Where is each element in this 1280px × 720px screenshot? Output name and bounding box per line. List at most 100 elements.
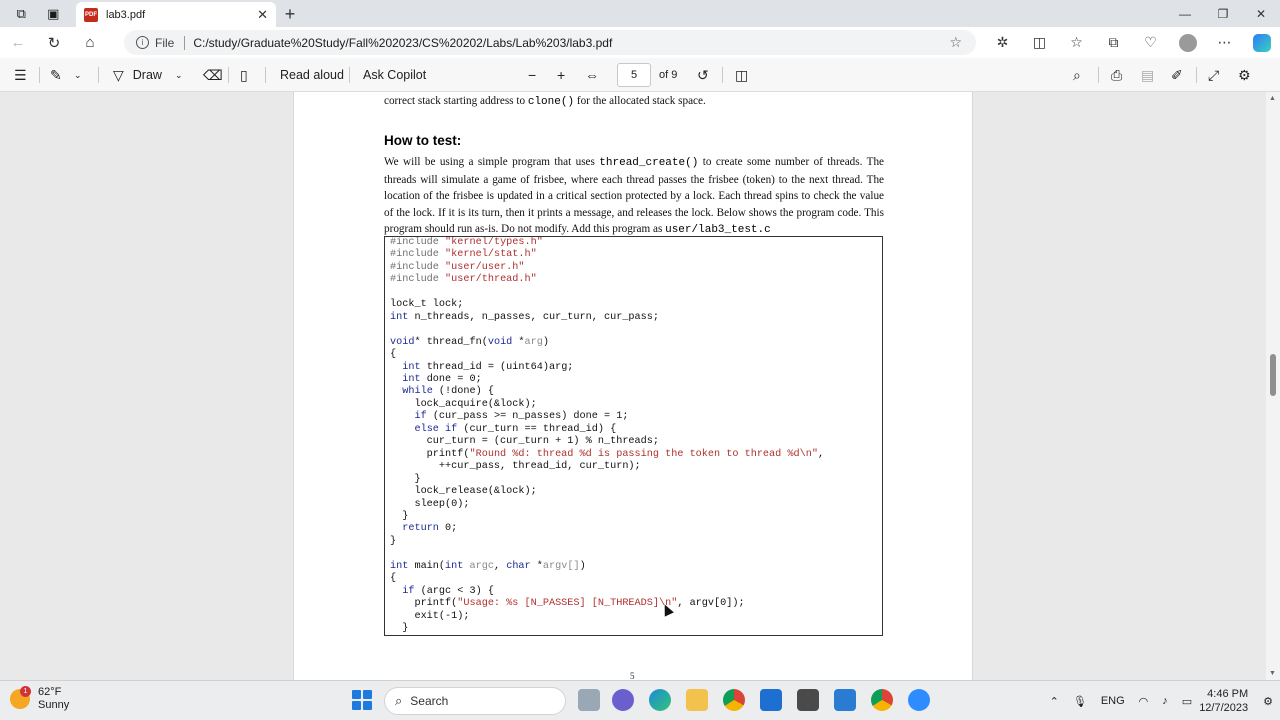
- zoom-app-icon[interactable]: [908, 689, 930, 711]
- draw-button[interactable]: ▽ Draw: [113, 58, 162, 92]
- highlight-dropdown-icon[interactable]: ⌄: [74, 58, 82, 92]
- ask-copilot-button[interactable]: Ask Copilot: [363, 58, 426, 92]
- toolbar-separator: [1098, 67, 1099, 83]
- workspaces-icon[interactable]: ⧉: [17, 6, 26, 22]
- continued-text-before: correct stack starting address to: [384, 95, 526, 107]
- weather-widget[interactable]: 1 62°F Sunny: [10, 686, 69, 712]
- extensions-icon[interactable]: ✲: [984, 28, 1021, 58]
- scrollbar-thumb[interactable]: [1270, 354, 1276, 396]
- home-icon[interactable]: ⌂: [72, 28, 108, 58]
- defender-shield-icon[interactable]: [760, 689, 782, 711]
- collections-icon[interactable]: ⧉: [1095, 28, 1132, 58]
- draw-dropdown-icon[interactable]: ⌄: [175, 58, 183, 92]
- paragraph-code-1: thread_create(): [599, 157, 699, 169]
- volume-icon[interactable]: ♪: [1162, 695, 1168, 707]
- page-total: of 9: [659, 69, 678, 81]
- tab-title: lab3.pdf: [106, 8, 146, 21]
- continued-text-line: correct stack starting address to clone(…: [384, 94, 884, 110]
- favorite-star-icon[interactable]: ☆: [949, 34, 962, 51]
- rotate-icon[interactable]: ↺: [697, 58, 709, 92]
- vscode-icon[interactable]: [834, 689, 856, 711]
- notification-gear-icon[interactable]: ⚙: [1263, 695, 1273, 708]
- fullscreen-icon[interactable]: ⤢: [1208, 58, 1219, 92]
- weather-badge: 1: [20, 686, 31, 697]
- settings-gear-icon[interactable]: ⚙: [1238, 58, 1251, 92]
- avatar[interactable]: [1178, 33, 1197, 52]
- edge-icon[interactable]: [649, 689, 671, 711]
- favorites-icon[interactable]: ☆: [1058, 28, 1095, 58]
- vertical-scrollbar[interactable]: ▲ ▼: [1266, 92, 1280, 680]
- split-screen-icon[interactable]: ◫: [1021, 28, 1058, 58]
- url-text: C:/study/Graduate%20Study/Fall%202023/CS…: [193, 35, 613, 50]
- pdf-toolbar: ☰ ✎ ⌄ ▽ Draw ⌄ ⌫ ▯ Read aloud Ask Copilo…: [0, 58, 1280, 92]
- scroll-up-icon[interactable]: ▲: [1269, 95, 1276, 102]
- contents-icon[interactable]: ☰: [14, 58, 27, 92]
- text-icon[interactable]: ▯: [240, 58, 248, 92]
- read-aloud-button[interactable]: Read aloud: [280, 58, 344, 92]
- continued-text-after: for the allocated stack space.: [576, 95, 706, 107]
- url-field[interactable]: i File C:/study/Graduate%20Study/Fall%20…: [124, 30, 976, 55]
- page-number-input[interactable]: 5: [617, 63, 651, 87]
- chrome-icon[interactable]: [723, 689, 745, 711]
- wifi-icon[interactable]: ◠: [1139, 695, 1149, 708]
- task-view-icon[interactable]: [578, 689, 600, 711]
- sun-icon: 1: [10, 686, 31, 709]
- taskbar: 1 62°F Sunny ⌕ Search ⌃ 🎙 ENG ◠ ♪ ▭ 4:46…: [0, 680, 1280, 720]
- tab-strip-leading: ⧉ ▣: [0, 0, 76, 27]
- draw-icon: ▽: [113, 66, 124, 83]
- toolbar-separator: [1196, 67, 1197, 83]
- close-window-icon[interactable]: ✕: [1242, 0, 1280, 27]
- save-icon[interactable]: ▤: [1141, 58, 1154, 92]
- tab-lab3-pdf[interactable]: PDF lab3.pdf ✕: [76, 2, 276, 27]
- eraser-icon[interactable]: ⌫: [203, 58, 223, 92]
- code-block: #include "kernel/types.h" #include "kern…: [390, 237, 825, 635]
- print-icon[interactable]: ⎙: [1111, 58, 1122, 92]
- fit-to-width-icon[interactable]: ⇔: [585, 58, 599, 92]
- info-icon[interactable]: i: [136, 36, 149, 49]
- microphone-icon[interactable]: 🎙: [1073, 695, 1087, 708]
- close-tab-icon[interactable]: ✕: [257, 7, 268, 23]
- search-icon: ⌕: [395, 693, 403, 708]
- save-as-icon[interactable]: ✐: [1171, 58, 1183, 92]
- toolbar-separator: [265, 67, 266, 83]
- zoom-out-icon[interactable]: −: [528, 58, 536, 92]
- profile-slot: [1169, 28, 1206, 58]
- toolbar-separator: [228, 67, 229, 83]
- tab-actions-icon[interactable]: ▣: [47, 6, 59, 22]
- url-separator: [184, 35, 186, 50]
- start-button[interactable]: [352, 690, 372, 710]
- paragraph-code-2: user/lab3_test.c: [665, 224, 771, 237]
- maximize-icon[interactable]: ❐: [1204, 0, 1242, 27]
- code-listing: #include "kernel/types.h" #include "kern…: [384, 236, 883, 636]
- search-icon[interactable]: ⌕: [1073, 58, 1081, 92]
- taskbar-search[interactable]: ⌕ Search: [384, 687, 566, 715]
- scroll-down-icon[interactable]: ▼: [1269, 670, 1276, 677]
- copilot-icon[interactable]: [1252, 33, 1271, 52]
- back-icon[interactable]: ←: [0, 28, 36, 58]
- clock-date: 12/7/2023: [1199, 702, 1249, 714]
- file-explorer-icon[interactable]: [686, 689, 708, 711]
- minimize-icon[interactable]: —: [1166, 0, 1204, 27]
- window-controls: — ❐ ✕: [1166, 0, 1280, 27]
- refresh-icon[interactable]: ↻: [36, 28, 72, 58]
- highlight-icon[interactable]: ✎: [50, 58, 62, 92]
- snipping-tool-icon[interactable]: [797, 689, 819, 711]
- address-bar-row: ← ↻ ⌂ i File C:/study/Graduate%20Study/F…: [0, 27, 1280, 58]
- show-hidden-icons-icon[interactable]: ⌃: [1050, 695, 1059, 708]
- new-tab-button[interactable]: +: [276, 2, 304, 27]
- clock[interactable]: 4:46 PM 12/7/2023: [1199, 687, 1248, 715]
- weather-condition: Sunny: [38, 699, 70, 711]
- teams-chat-icon[interactable]: [612, 689, 634, 711]
- more-menu-icon[interactable]: ⋯: [1206, 28, 1243, 58]
- language-indicator[interactable]: ENG: [1101, 695, 1125, 707]
- zoom-in-icon[interactable]: +: [557, 58, 565, 92]
- clock-time: 4:46 PM: [1207, 688, 1249, 700]
- pdf-viewport[interactable]: correct stack starting address to clone(…: [0, 92, 1280, 680]
- taskbar-search-label: Search: [410, 694, 449, 708]
- paragraph-text-1: We will be using a simple program that u…: [384, 156, 595, 168]
- browser-essentials-icon[interactable]: ♡: [1132, 28, 1169, 58]
- pdf-page: correct stack starting address to clone(…: [293, 92, 973, 680]
- battery-icon[interactable]: ▭: [1182, 695, 1192, 708]
- page-view-icon[interactable]: ◫: [735, 58, 748, 92]
- chrome-profile-icon[interactable]: [871, 689, 893, 711]
